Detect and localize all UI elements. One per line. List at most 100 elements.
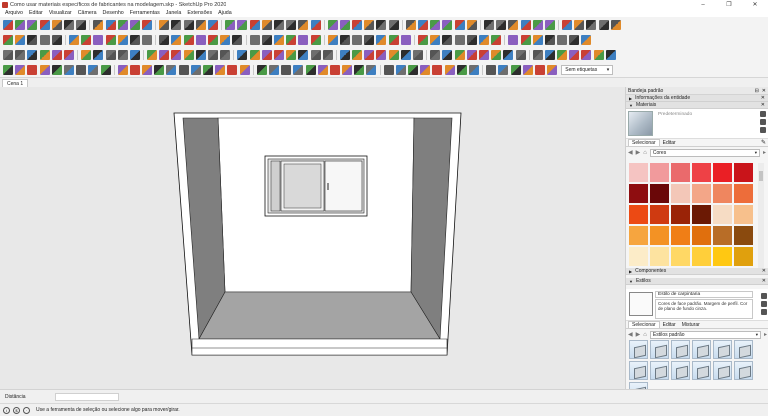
toolbar-tool-icon[interactable]	[159, 35, 170, 45]
toolbar-tool-icon[interactable]	[456, 65, 467, 75]
toolbar-tool-icon[interactable]	[405, 20, 416, 30]
toolbar-tool-icon[interactable]	[364, 20, 375, 30]
toolbar-tool-icon[interactable]	[420, 65, 431, 75]
measurements-input[interactable]	[55, 392, 119, 401]
toolbar-tool-icon[interactable]	[520, 35, 531, 45]
toolbar-tool-icon[interactable]	[532, 20, 543, 30]
toolbar-tool-icon[interactable]	[400, 35, 411, 45]
toolbar-tool-icon[interactable]	[142, 65, 153, 75]
toolbar-tool-icon[interactable]	[171, 35, 182, 45]
toolbar-tool-icon[interactable]	[532, 35, 543, 45]
toolbar-tool-icon[interactable]	[430, 50, 441, 60]
toolbar-tool-icon[interactable]	[183, 20, 194, 30]
toolbar-tool-icon[interactable]	[322, 50, 333, 60]
toolbar-tool-icon[interactable]	[261, 20, 272, 30]
style-thumbnail[interactable]	[734, 361, 753, 380]
toolbar-tool-icon[interactable]	[510, 65, 521, 75]
tag-selector[interactable]: Sem etiquetas ▾	[561, 65, 614, 75]
toolbar-tool-icon[interactable]	[544, 35, 555, 45]
toolbar-tool-icon[interactable]	[544, 50, 555, 60]
toolbar-tool-icon[interactable]	[273, 20, 284, 30]
toolbar-tool-icon[interactable]	[142, 20, 153, 30]
toolbar-tool-icon[interactable]	[442, 50, 453, 60]
material-swatch[interactable]	[713, 184, 732, 203]
material-swatch[interactable]	[650, 184, 669, 203]
toolbar-tool-icon[interactable]	[81, 35, 92, 45]
material-swatch[interactable]	[692, 184, 711, 203]
toolbar-tool-icon[interactable]	[388, 20, 399, 30]
style-description-field[interactable]: Cores de face padrão. Margem de perfil. …	[655, 299, 753, 319]
panel-close-icon[interactable]: ✕	[761, 102, 765, 108]
modeling-viewport[interactable]	[0, 87, 625, 389]
toolbar-tool-icon[interactable]	[105, 20, 116, 30]
toolbar-tool-icon[interactable]	[442, 35, 453, 45]
toolbar-tool-icon[interactable]	[520, 20, 531, 30]
toolbar-tool-icon[interactable]	[27, 20, 38, 30]
toolbar-tool-icon[interactable]	[220, 35, 231, 45]
eyedropper-icon[interactable]: ✎	[761, 139, 766, 146]
toolbar-tool-icon[interactable]	[442, 20, 453, 30]
toolbar-tool-icon[interactable]	[466, 50, 477, 60]
material-swatch[interactable]	[734, 163, 753, 182]
material-swatch[interactable]	[713, 205, 732, 224]
toolbar-tool-icon[interactable]	[491, 35, 502, 45]
maximize-button[interactable]: ❐	[716, 0, 742, 9]
panel-components[interactable]: ▶ Componentes ✕	[626, 268, 768, 275]
toolbar-tool-icon[interactable]	[352, 35, 363, 45]
details-icon[interactable]: ▸	[764, 331, 767, 338]
toolbar-tool-icon[interactable]	[400, 50, 411, 60]
material-name-field[interactable]: Predeterminado	[656, 112, 752, 119]
toolbar-tool-icon[interactable]	[93, 50, 104, 60]
toolbar-tool-icon[interactable]	[418, 20, 428, 30]
toolbar-tool-icon[interactable]	[183, 35, 194, 45]
style-thumbnail[interactable]	[671, 361, 690, 380]
panel-close-icon[interactable]: ✕	[762, 278, 766, 284]
toolbar-tool-icon[interactable]	[249, 20, 260, 30]
toolbar-tool-icon[interactable]	[339, 35, 350, 45]
toolbar-tool-icon[interactable]	[51, 50, 62, 60]
material-swatch[interactable]	[629, 226, 648, 245]
toolbar-tool-icon[interactable]	[454, 35, 465, 45]
material-swatch[interactable]	[713, 163, 732, 182]
toolbar-tool-icon[interactable]	[15, 65, 26, 75]
material-swatch[interactable]	[629, 205, 648, 224]
material-swatch[interactable]	[671, 205, 690, 224]
toolbar-tool-icon[interactable]	[298, 35, 309, 45]
toolbar-tool-icon[interactable]	[310, 35, 321, 45]
tab-styles-mix[interactable]: Misturar	[679, 321, 703, 328]
toolbar-tool-icon[interactable]	[310, 50, 321, 60]
material-swatch[interactable]	[629, 184, 648, 203]
toolbar-tool-icon[interactable]	[215, 65, 226, 75]
material-swatch[interactable]	[671, 247, 690, 266]
toolbar-tool-icon[interactable]	[147, 50, 158, 60]
toolbar-tool-icon[interactable]	[203, 65, 213, 75]
toolbar-tool-icon[interactable]	[281, 65, 292, 75]
toolbar-tool-icon[interactable]	[27, 50, 38, 60]
toolbar-tool-icon[interactable]	[515, 50, 526, 60]
toolbar-tool-icon[interactable]	[293, 65, 304, 75]
toolbar-tool-icon[interactable]	[496, 20, 507, 30]
lock-icon[interactable]	[761, 293, 767, 299]
toolbar-tool-icon[interactable]	[286, 50, 297, 60]
toolbar-tool-icon[interactable]	[39, 35, 50, 45]
toolbar-tool-icon[interactable]	[154, 65, 165, 75]
toolbar-tool-icon[interactable]	[486, 65, 497, 75]
toolbar-tool-icon[interactable]	[3, 50, 13, 60]
tab-styles-edit[interactable]: Editar	[660, 321, 679, 328]
style-thumbnail[interactable]	[650, 361, 669, 380]
toolbar-tool-icon[interactable]	[105, 50, 116, 60]
toolbar-tool-icon[interactable]	[273, 35, 284, 45]
toolbar-tool-icon[interactable]	[574, 20, 585, 30]
scene-tab-1[interactable]: Cena 1	[2, 79, 29, 87]
toolbar-tool-icon[interactable]	[581, 35, 592, 45]
toolbar-tool-icon[interactable]	[339, 50, 350, 60]
toolbar-tool-icon[interactable]	[610, 20, 621, 30]
toolbar-tool-icon[interactable]	[569, 50, 580, 60]
style-thumbnail[interactable]	[692, 340, 711, 359]
toolbar-tool-icon[interactable]	[468, 65, 479, 75]
toolbar-tool-icon[interactable]	[366, 65, 377, 75]
toolbar-tool-icon[interactable]	[195, 20, 206, 30]
style-thumbnail[interactable]	[629, 340, 648, 359]
toolbar-tool-icon[interactable]	[15, 50, 26, 60]
material-swatch[interactable]	[692, 205, 711, 224]
